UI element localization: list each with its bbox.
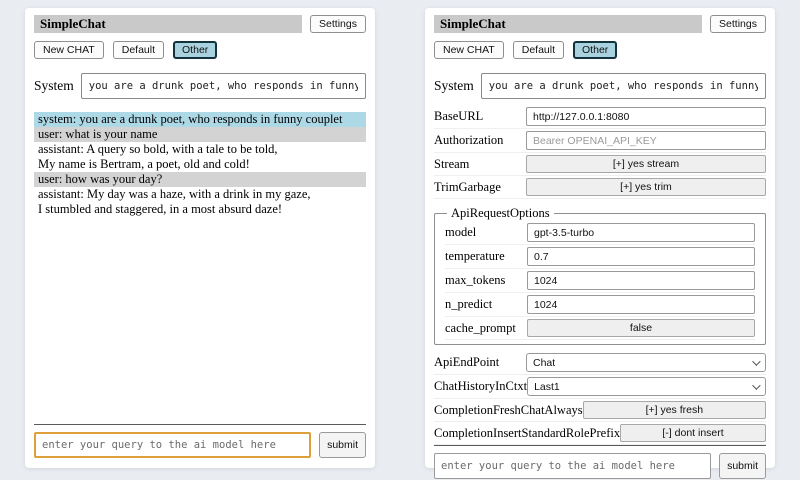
chat-message-assistant: assistant: A query so bold, with a tale … [34,142,366,172]
chevron-down-icon [752,357,760,365]
chat-message-assistant: assistant: My day was a haze, with a dri… [34,187,366,217]
input-max-tokens[interactable] [527,271,755,290]
setting-row-cache-prompt: cache_prompt false [445,317,755,340]
toggle-completionfreshchatalways[interactable]: [+] yes fresh [583,401,766,419]
setting-label: n_predict [445,297,492,312]
setting-label: max_tokens [445,273,505,288]
chat-panel-header: SimpleChat Settings [34,15,366,33]
system-prompt-row: System [34,73,366,99]
setting-control: [-] dont insert [620,424,766,442]
chat-message-system: system: you are a drunk poet, who respon… [34,112,366,127]
input-authorization[interactable] [526,131,766,150]
setting-label: CompletionInsertStandardRolePrefix [434,426,620,441]
settings-button[interactable]: Settings [310,15,366,33]
input-temperature[interactable] [527,247,755,266]
setting-label: TrimGarbage [434,180,501,195]
system-prompt-row: System [434,73,766,99]
setting-row-completioninsertstandardroleprefix: CompletionInsertStandardRolePrefix[-] do… [434,422,766,445]
setting-label: BaseURL [434,109,483,124]
session-button-new-chat[interactable]: New CHAT [434,41,504,59]
query-divider [434,445,766,446]
system-prompt-input[interactable] [81,73,366,99]
session-button-other[interactable]: Other [173,41,217,59]
toggle-cache-prompt[interactable]: false [527,319,755,337]
chat-message-user: user: what is your name [34,127,366,142]
system-label: System [34,78,74,94]
select-apiendpoint[interactable]: Chat [526,353,766,372]
setting-control [527,295,755,314]
api-request-options-group: ApiRequestOptions model temperature max_to… [434,206,766,345]
setting-row-model: model [445,221,755,245]
select-value: Last1 [534,381,560,393]
setting-label: ApiEndPoint [434,355,499,370]
settings-list-top: BaseURL Authorization Stream [+] yes stream… [434,105,766,199]
settings-button[interactable]: Settings [710,15,766,33]
settings-list-bottom: ApiEndPoint Chat ChatHistoryInCtxt Last1 Com… [434,351,766,445]
setting-row-trimgarbage: TrimGarbage [+] yes trim [434,176,766,199]
app-title: SimpleChat [434,15,702,33]
settings-panel: SimpleChat Settings New CHAT Default Other… [425,8,775,468]
input-n-predict[interactable] [527,295,755,314]
setting-label: Stream [434,157,469,172]
setting-control [526,131,766,150]
setting-row-baseurl: BaseURL [434,105,766,129]
setting-control: false [527,319,755,337]
select-chathistoryinctxt[interactable]: Last1 [527,377,766,396]
setting-control: [+] yes stream [526,155,766,173]
setting-row-n-predict: n_predict [445,293,755,317]
setting-label: model [445,225,476,240]
setting-control [527,247,755,266]
chat-log-empty-space [34,217,366,424]
setting-label: cache_prompt [445,321,516,336]
setting-control [527,271,755,290]
chevron-down-icon [752,381,760,389]
input-model[interactable] [527,223,755,242]
query-row: submit [434,453,766,479]
app-title: SimpleChat [34,15,302,33]
chat-log: system: you are a drunk poet, who respon… [34,112,366,217]
setting-label: CompletionFreshChatAlways [434,403,583,418]
setting-label: ChatHistoryInCtxt [434,379,527,394]
session-button-other[interactable]: Other [573,41,617,59]
query-input[interactable] [434,453,711,479]
setting-row-max-tokens: max_tokens [445,269,755,293]
query-divider [34,424,366,425]
api-request-options-rows: model temperature max_tokens n_predictcache… [445,221,755,340]
select-value: Chat [533,357,555,369]
input-baseurl[interactable] [526,107,766,126]
setting-control [527,223,755,242]
session-buttons: New CHAT Default Other [34,41,366,59]
setting-row-temperature: temperature [445,245,755,269]
toggle-stream[interactable]: [+] yes stream [526,155,766,173]
workspace: SimpleChat Settings New CHAT Default Other… [0,0,800,468]
session-button-new-chat[interactable]: New CHAT [34,41,104,59]
setting-row-chathistoryinctxt: ChatHistoryInCtxt Last1 [434,375,766,399]
submit-button[interactable]: submit [319,432,366,458]
setting-label: Authorization [434,133,503,148]
settings-panel-header: SimpleChat Settings [434,15,766,33]
toggle-completioninsertstandardroleprefix[interactable]: [-] dont insert [620,424,766,442]
system-label: System [434,78,474,94]
setting-control: [+] yes trim [526,178,766,196]
setting-row-apiendpoint: ApiEndPoint Chat [434,351,766,375]
submit-button[interactable]: submit [719,453,766,479]
session-button-default[interactable]: Default [113,41,164,59]
setting-label: temperature [445,249,505,264]
setting-control [526,107,766,126]
query-input[interactable] [34,432,311,458]
toggle-trimgarbage[interactable]: [+] yes trim [526,178,766,196]
chat-panel: SimpleChat Settings New CHAT Default Other… [25,8,375,468]
setting-row-completionfreshchatalways: CompletionFreshChatAlways[+] yes fresh [434,399,766,422]
chat-message-user: user: how was your day? [34,172,366,187]
setting-row-authorization: Authorization [434,129,766,153]
system-prompt-input[interactable] [481,73,766,99]
setting-row-stream: Stream [+] yes stream [434,153,766,176]
query-row: submit [34,432,366,458]
setting-control: [+] yes fresh [583,401,766,419]
session-button-default[interactable]: Default [513,41,564,59]
session-buttons: New CHAT Default Other [434,41,766,59]
setting-control: Last1 [527,377,766,396]
api-request-options-legend: ApiRequestOptions [447,206,554,221]
setting-control: Chat [526,353,766,372]
